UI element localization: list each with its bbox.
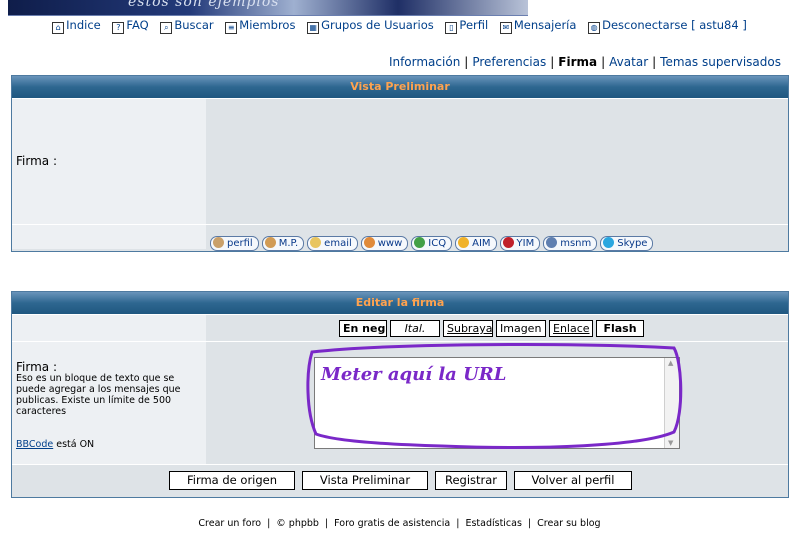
email-button[interactable]: email xyxy=(307,236,358,251)
action-buttons-row: Firma de origen Vista Preliminar Registr… xyxy=(12,465,788,497)
footer-estadisticas[interactable]: Estadísticas xyxy=(465,518,521,529)
pm-button[interactable]: M.P. xyxy=(261,236,305,251)
skype-button[interactable]: Skype xyxy=(600,236,654,251)
italic-button[interactable]: Ital. xyxy=(390,320,440,337)
back-to-profile-button[interactable]: Volver al perfil xyxy=(514,471,632,490)
msnm-button-icon xyxy=(546,237,558,248)
signature-edit-row: Firma : Eso es un bloque de texto que se… xyxy=(12,342,788,465)
contact-buttons-row: perfil M.P. email www ICQ AIM YIM msnm Skype xyxy=(12,225,788,251)
link-button[interactable]: Enlace xyxy=(549,320,593,337)
nav-faq[interactable]: ? FAQ xyxy=(112,18,149,34)
footer-foro-gratis[interactable]: Foro gratis de asistencia xyxy=(334,518,450,529)
email-button-icon xyxy=(310,237,322,248)
preview-button[interactable]: Vista Preliminar xyxy=(302,471,428,490)
profile-icon: ▯ xyxy=(445,22,458,34)
subnav-firma-current: Firma xyxy=(558,55,598,69)
nav-perfil[interactable]: ▯ Perfil xyxy=(445,18,488,34)
subnav-avatar[interactable]: Avatar xyxy=(609,55,648,69)
top-navigation: ⌂ Indice ? FAQ ⌕ Buscar ≡ Miembros ▦ Grupos d… xyxy=(0,18,799,34)
image-button[interactable]: Imagen xyxy=(496,320,546,337)
www-button[interactable]: www xyxy=(360,236,409,251)
pm-button-icon xyxy=(264,237,276,248)
purple-highlight-annotation xyxy=(306,343,683,449)
subnav-informacion[interactable]: Información xyxy=(389,55,460,69)
underline-button[interactable]: Subraya xyxy=(443,320,493,337)
edit-title: Editar la firma xyxy=(12,292,788,315)
edit-signature-panel: Editar la firma En neg Ital. Subraya Imagen… xyxy=(11,291,789,498)
footer-crear-blog[interactable]: Crear su blog xyxy=(537,518,600,529)
groups-icon: ▦ xyxy=(307,22,320,34)
aim-button-icon xyxy=(458,237,470,248)
profile-button[interactable]: perfil xyxy=(210,236,259,251)
subnav-preferencias[interactable]: Preferencias xyxy=(472,55,546,69)
footer-phpbb[interactable]: © phpbb xyxy=(276,518,319,529)
register-button[interactable]: Registrar xyxy=(435,471,507,490)
home-icon: ⌂ xyxy=(52,22,65,34)
yim-button-icon xyxy=(502,237,514,248)
flash-button[interactable]: Flash xyxy=(596,320,644,337)
bold-button[interactable]: En neg xyxy=(339,320,387,337)
bbcode-toolbar: En neg Ital. Subraya Imagen Enlace Flash xyxy=(208,315,788,341)
msnm-button[interactable]: msnm xyxy=(543,236,598,251)
preview-firma-label: Firma : xyxy=(16,154,57,168)
profile-button-icon xyxy=(213,237,224,248)
preview-row: Firma : xyxy=(12,99,788,225)
logout-icon: ◍ xyxy=(588,22,601,34)
members-icon: ≡ xyxy=(225,22,238,34)
nav-miembros[interactable]: ≡ Miembros xyxy=(225,18,295,34)
nav-indice[interactable]: ⌂ Indice xyxy=(52,18,101,34)
footer: Crear un foro | © phpbb | Foro gratis de asi… xyxy=(198,518,601,529)
bbcode-link[interactable]: BBCode xyxy=(16,439,53,450)
subnav-temas-supervisados[interactable]: Temas supervisados xyxy=(660,55,781,69)
icq-button[interactable]: ICQ xyxy=(411,236,453,251)
preview-signature-area xyxy=(208,99,788,224)
forum-banner: estos son ejemplos xyxy=(8,0,528,16)
aim-button[interactable]: AIM xyxy=(455,236,497,251)
yim-button[interactable]: YIM xyxy=(499,236,541,251)
profile-subnav: Información | Preferencias | Firma | Avatar | Te… xyxy=(388,55,781,69)
signature-help-text: Eso es un bloque de texto que se puede a… xyxy=(16,373,181,417)
nav-buscar[interactable]: ⌕ Buscar xyxy=(160,18,214,34)
bbcode-status: BBCode está ON xyxy=(16,439,95,450)
original-signature-button[interactable]: Firma de origen xyxy=(169,471,295,490)
edit-firma-label: Firma : xyxy=(16,360,57,374)
search-icon: ⌕ xyxy=(160,22,173,34)
preview-panel: Vista Preliminar Firma : perfil M.P. email… xyxy=(11,75,789,252)
www-button-icon xyxy=(363,237,375,248)
icq-button-icon xyxy=(414,237,426,248)
skype-button-icon xyxy=(603,237,615,248)
help-icon: ? xyxy=(112,22,125,34)
nav-desconectarse[interactable]: ◍ Desconectarse [ astu84 ] xyxy=(588,18,747,34)
nav-grupos[interactable]: ▦ Grupos de Usuarios xyxy=(307,18,434,34)
bbcode-toolbar-row: En neg Ital. Subraya Imagen Enlace Flash xyxy=(12,315,788,342)
preview-title: Vista Preliminar xyxy=(12,76,788,99)
footer-crear-foro[interactable]: Crear un foro xyxy=(198,518,261,529)
banner-text: estos son ejemplos xyxy=(128,0,280,10)
nav-mensajeria[interactable]: ✉ Mensajería xyxy=(499,18,576,34)
messages-icon: ✉ xyxy=(499,22,512,34)
